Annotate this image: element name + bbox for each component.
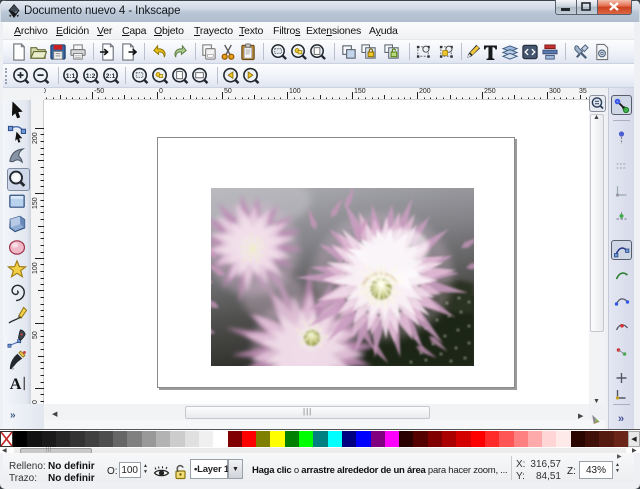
svg-text:1:2: 1:2	[86, 73, 96, 80]
svg-text:1:1: 1:1	[66, 73, 76, 80]
svg-text:2:1: 2:1	[106, 73, 116, 80]
svg-text:A: A	[10, 375, 22, 393]
